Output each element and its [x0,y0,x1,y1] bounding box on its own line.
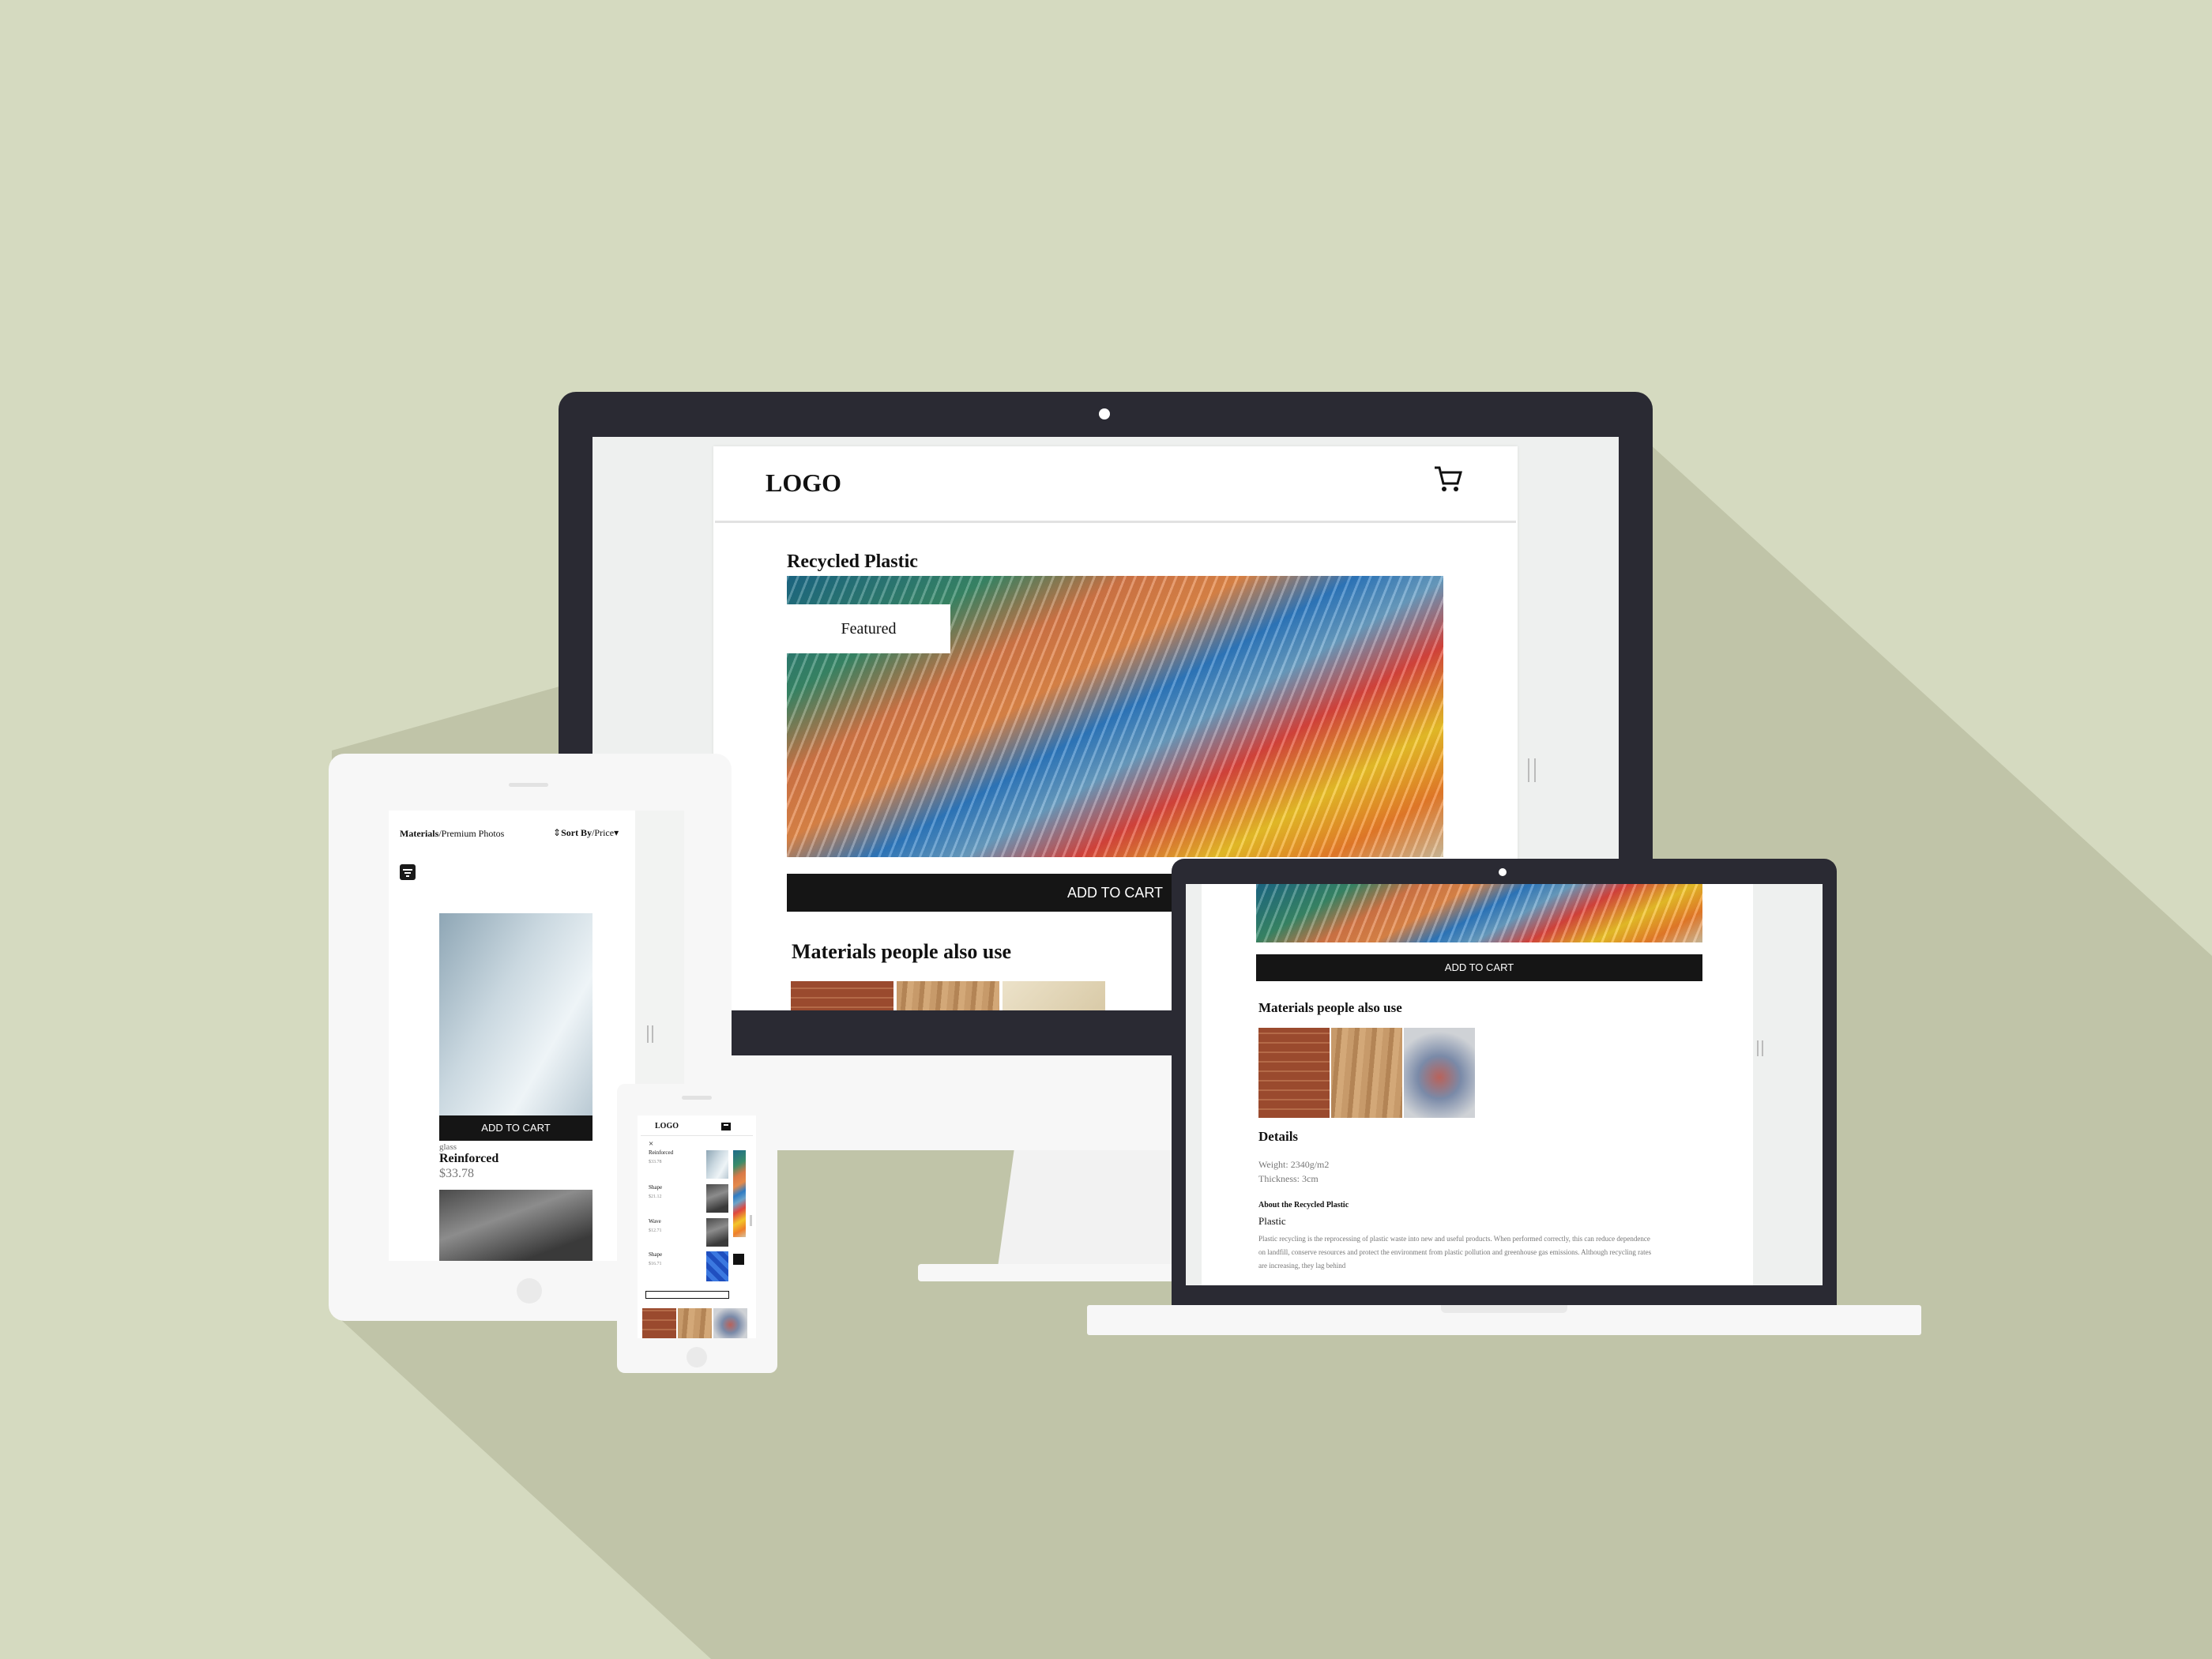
phone-logo[interactable]: LOGO [655,1122,679,1130]
phone-item-price: $33.78 [649,1160,662,1164]
phone-thumb-blue[interactable] [706,1251,728,1281]
laptop-page: ADD TO CART Materials people also use De… [1202,884,1753,1285]
phone-thumb-wave[interactable] [706,1218,728,1247]
featured-badge: Featured [787,604,950,653]
camera-dot [1099,408,1110,419]
phone-thumb-wood[interactable] [678,1308,712,1338]
scroll-handle[interactable] [1528,758,1536,782]
phone-header-divider [641,1135,753,1136]
phone-thumb-brick[interactable] [642,1308,676,1338]
spec-weight: Weight: 2340g/m2 [1258,1159,1330,1170]
phone-thumb-glass[interactable] [706,1150,728,1179]
laptop-thumb-brick[interactable] [1258,1028,1330,1118]
tablet-speaker [509,783,548,787]
phone-item-price: $21.12 [649,1194,662,1199]
phone-thumb-shape[interactable] [706,1184,728,1213]
laptop-add-to-cart-button[interactable]: ADD TO CART [1256,954,1702,981]
product-price: $33.78 [439,1167,474,1180]
about-subheading: Plastic [1258,1215,1286,1227]
details-heading: Details [1258,1129,1299,1144]
laptop-scroll-handle[interactable] [1757,1040,1763,1056]
phone-item-price: $12.71 [649,1228,662,1233]
laptop-thumb-blur[interactable] [1404,1028,1475,1118]
phone-screen: LOGO × Reinforced $33.78 Shape $21.12 Wa… [638,1115,756,1338]
sort-label: Sort By [561,827,592,838]
sort-value: /Price [592,827,615,838]
breadcrumb: Materials/Premium Photos [400,828,504,840]
about-text: Plastic recycling is the reprocessing of… [1258,1235,1652,1270]
laptop-product-image [1256,884,1702,942]
phone-speaker [682,1096,712,1100]
laptop-plastic-texture [1256,884,1702,942]
site-logo[interactable]: LOGO [766,468,841,498]
tablet-scroll-handle[interactable] [647,1025,653,1043]
breadcrumb-root[interactable]: Materials [400,828,438,839]
also-use-heading: Materials people also use [792,940,1012,963]
phone-add-to-cart-button[interactable] [645,1291,729,1299]
phone-home-button[interactable] [687,1347,707,1367]
laptop-camera-dot [1499,868,1507,876]
cart-icon[interactable] [1432,464,1464,495]
phone-item-name: Wave [649,1218,661,1224]
close-icon[interactable]: × [649,1139,653,1149]
header-divider [715,521,1516,523]
tablet-add-to-cart-button[interactable]: ADD TO CART [439,1115,592,1141]
filter-icon[interactable] [400,864,416,880]
product-image-glass[interactable] [439,913,592,1115]
product-image: Featured [787,576,1443,857]
tablet-page: Materials/Premium Photos ⇕Sort By/Price▾… [389,811,635,1261]
phone-device: LOGO × Reinforced $33.78 Shape $21.12 Wa… [617,1084,777,1373]
laptop-device: ADD TO CART Materials people also use De… [1087,859,1921,1336]
laptop-thumb-wood[interactable] [1331,1028,1402,1118]
sort-control[interactable]: ⇕Sort By/Price▾ [553,827,619,839]
phone-cart-icon[interactable] [720,1120,732,1133]
spec-thickness: Thickness: 3cm [1258,1173,1319,1184]
product-title: Recycled Plastic [787,551,918,572]
phone-item-name: Reinforced [649,1149,674,1156]
phone-item-name: Shape [649,1184,663,1191]
laptop-notch [1441,1305,1567,1313]
phone-side-square [733,1254,744,1265]
phone-scroll-handle[interactable] [750,1215,752,1226]
phone-side-image [733,1150,746,1237]
tablet-home-button[interactable] [517,1278,542,1304]
product-name: Reinforced [439,1152,499,1165]
about-heading: About the Recycled Plastic [1258,1201,1349,1209]
phone-thumb-blur[interactable] [713,1308,747,1338]
phone-item-price: $16.71 [649,1262,662,1266]
laptop-also-use-heading: Materials people also use [1258,1000,1402,1015]
phone-item-name: Shape [649,1251,663,1258]
breadcrumb-current: Premium Photos [441,828,505,839]
product-image-steel[interactable] [439,1190,592,1261]
product-category: glass [439,1142,457,1152]
laptop-screen: ADD TO CART Materials people also use De… [1186,884,1823,1285]
caret-down-icon: ▾ [614,827,619,838]
sort-updown-icon: ⇕ [553,827,562,838]
